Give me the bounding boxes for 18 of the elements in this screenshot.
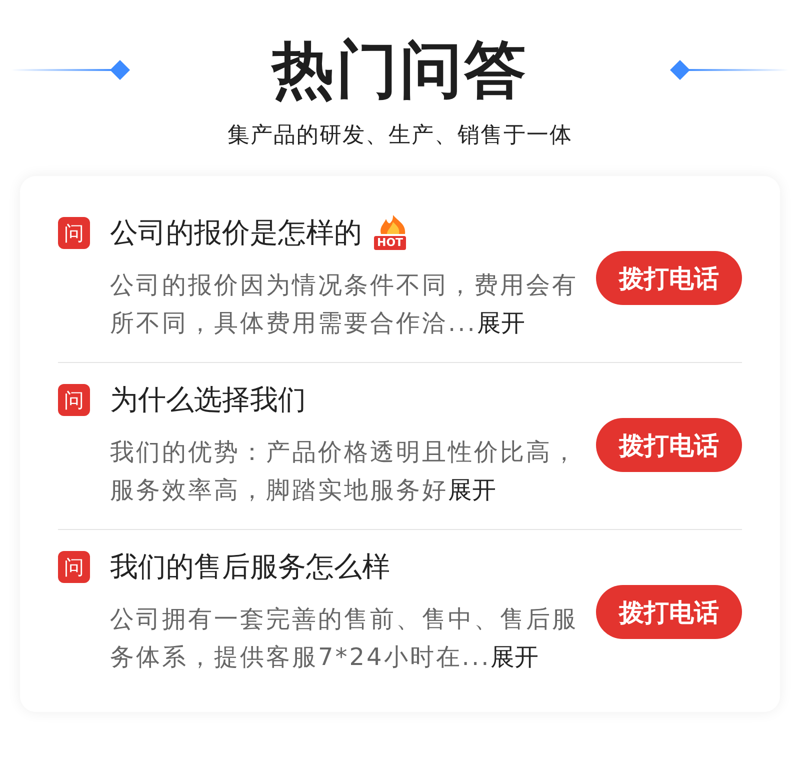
answer-text: 公司的报价因为情况条件不同，费用会有所不同，具体费用需要合作洽...展开 [110, 270, 579, 339]
question-title: 为什么选择我们 [110, 382, 306, 418]
section-subtitle: 集产品的研发、生产、销售于一体 [226, 122, 574, 150]
expand-link[interactable]: 展开 [490, 643, 539, 671]
expand-link[interactable]: 展开 [448, 476, 496, 504]
question-title: 我们的售后服务怎么样 [110, 549, 390, 585]
hot-badge: HOT [374, 214, 412, 252]
answer-text: 公司拥有一套完善的售前、售中、售后服务体系，提供客服7*24小时在...展开 [110, 604, 579, 673]
answer-text: 我们的优势：产品价格透明且性价比高，服务效率高，脚踏实地服务好展开 [110, 437, 579, 506]
call-button[interactable]: 拨打电话 [596, 418, 742, 472]
section-title: 热门问答 [272, 32, 528, 108]
question-badge: 问 [58, 551, 90, 583]
expand-link[interactable]: 展开 [476, 309, 525, 337]
question-badge: 问 [58, 217, 90, 249]
call-button[interactable]: 拨打电话 [596, 251, 742, 305]
question-badge: 问 [58, 384, 90, 416]
call-button[interactable]: 拨打电话 [596, 585, 742, 639]
question-title: 公司的报价是怎样的 [110, 215, 362, 251]
